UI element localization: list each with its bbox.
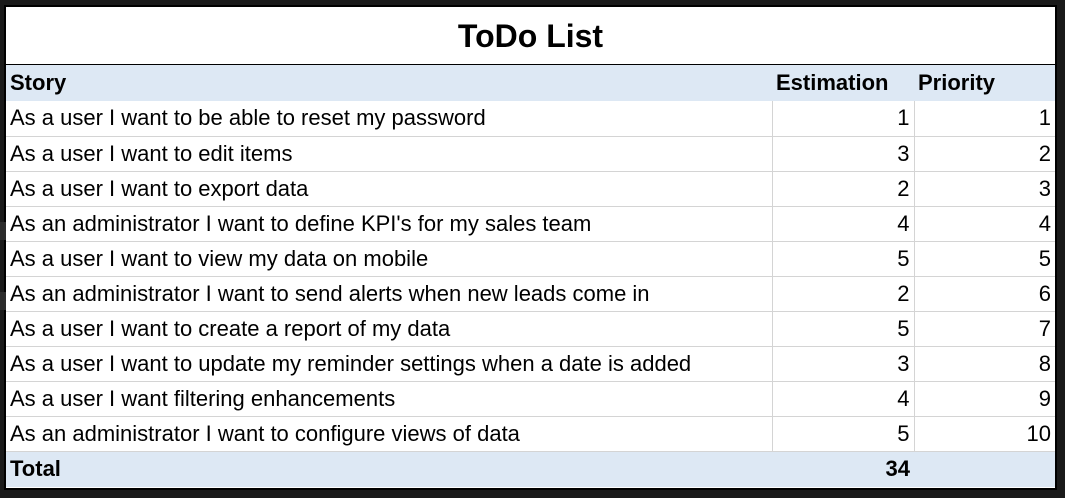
story-cell: As an administrator I want to configure …: [6, 416, 772, 452]
window-edge-marker: [0, 292, 6, 310]
priority-cell: 4: [913, 206, 1055, 242]
story-cell: As a user I want to edit items: [6, 136, 772, 172]
table-row: As a user I want to export data 2 3: [6, 171, 1055, 207]
estimation-cell: 3: [771, 136, 914, 172]
story-cell: As a user I want filtering enhancements: [6, 381, 772, 417]
story-cell: As a user I want to be able to reset my …: [6, 101, 772, 137]
column-header-story: Story: [6, 65, 772, 101]
total-priority-empty: [914, 451, 1055, 487]
total-estimation: 34: [772, 451, 914, 487]
priority-cell: 5: [913, 241, 1055, 277]
window-edge-marker: [0, 222, 6, 240]
todo-list-table-container: ToDo List Story Estimation Priority As a…: [4, 5, 1057, 490]
table-row: As a user I want filtering enhancements …: [6, 381, 1055, 417]
total-row: Total 34: [6, 451, 1055, 487]
estimation-cell: 5: [771, 241, 914, 277]
todo-table: Story Estimation Priority As a user I wa…: [6, 65, 1055, 487]
priority-cell: 2: [913, 136, 1055, 172]
estimation-cell: 2: [771, 171, 914, 207]
table-row: As an administrator I want to configure …: [6, 416, 1055, 452]
story-cell: As a user I want to export data: [6, 171, 772, 207]
priority-cell: 6: [913, 276, 1055, 312]
priority-cell: 10: [913, 416, 1055, 452]
table-row: As a user I want to be able to reset my …: [6, 101, 1055, 137]
story-cell: As an administrator I want to send alert…: [6, 276, 772, 312]
priority-cell: 3: [913, 171, 1055, 207]
estimation-cell: 3: [771, 346, 914, 382]
estimation-cell: 1: [771, 101, 914, 137]
estimation-cell: 4: [771, 206, 914, 242]
priority-cell: 1: [913, 101, 1055, 137]
estimation-cell: 2: [771, 276, 914, 312]
estimation-cell: 5: [771, 416, 914, 452]
estimation-cell: 5: [771, 311, 914, 347]
table-row: As a user I want to create a report of m…: [6, 311, 1055, 347]
priority-cell: 7: [913, 311, 1055, 347]
table-row: As an administrator I want to define KPI…: [6, 206, 1055, 242]
priority-cell: 8: [913, 346, 1055, 382]
story-cell: As a user I want to view my data on mobi…: [6, 241, 772, 277]
story-cell: As a user I want to create a report of m…: [6, 311, 772, 347]
column-header-estimation: Estimation: [772, 65, 914, 101]
priority-cell: 9: [913, 381, 1055, 417]
total-label: Total: [6, 451, 772, 487]
table-header-row: Story Estimation Priority: [6, 65, 1055, 101]
table-title: ToDo List: [6, 7, 1055, 65]
table-row: As a user I want to update my reminder s…: [6, 346, 1055, 382]
story-cell: As an administrator I want to define KPI…: [6, 206, 772, 242]
estimation-cell: 4: [771, 381, 914, 417]
column-header-priority: Priority: [914, 65, 1055, 101]
table-row: As a user I want to edit items 3 2: [6, 136, 1055, 172]
table-row: As an administrator I want to send alert…: [6, 276, 1055, 312]
story-cell: As a user I want to update my reminder s…: [6, 346, 772, 382]
table-row: As a user I want to view my data on mobi…: [6, 241, 1055, 277]
